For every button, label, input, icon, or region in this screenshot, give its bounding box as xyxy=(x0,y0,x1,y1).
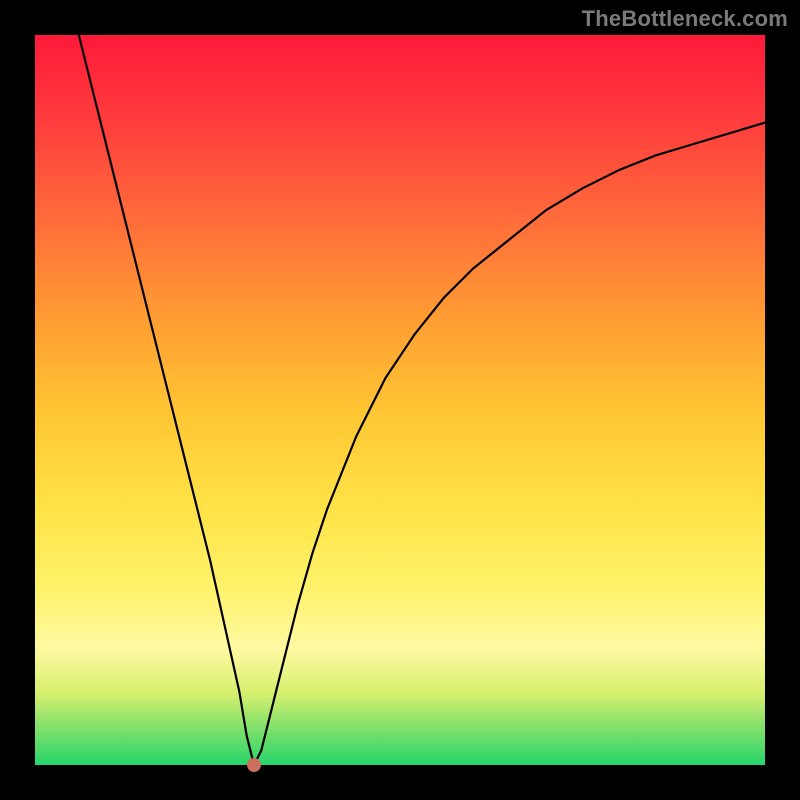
bottleneck-curve xyxy=(35,35,765,765)
plot-area xyxy=(35,35,765,765)
minimum-marker xyxy=(247,758,261,772)
chart-stage: TheBottleneck.com xyxy=(0,0,800,800)
watermark-text: TheBottleneck.com xyxy=(582,6,788,32)
